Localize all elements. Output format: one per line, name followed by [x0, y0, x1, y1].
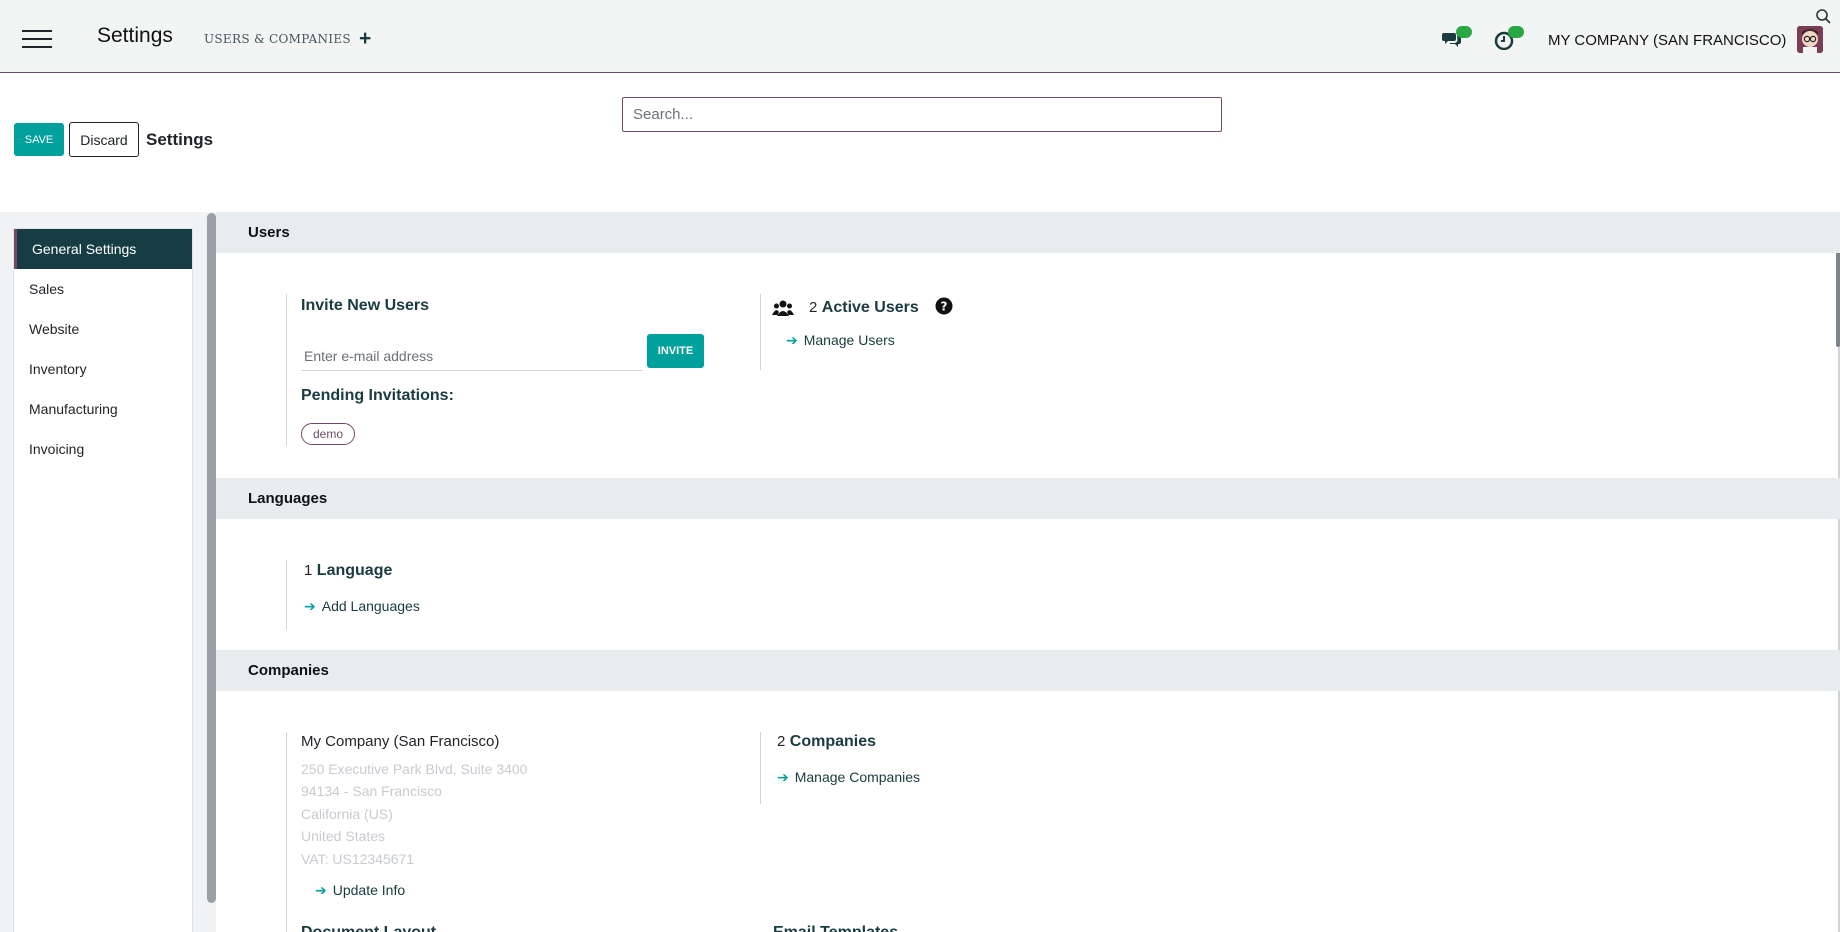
company-address-line4: United States — [301, 828, 386, 844]
top-navbar: Settings USERS & COMPANIES + 5 2 MY COMP… — [0, 0, 1840, 73]
companies-label: Companies — [789, 733, 877, 750]
active-users-heading: 2 Active Users — [809, 299, 919, 317]
document-layout-title: Document Layout — [301, 924, 436, 932]
languages-label: Language — [316, 562, 393, 579]
settings-content: Users Invite New Users INVITE Pending In… — [216, 212, 1840, 932]
update-info-link[interactable]: ➔ Update Info — [315, 882, 405, 899]
company-address-line3: California (US) — [301, 806, 393, 822]
active-users-label: Active Users — [821, 299, 919, 316]
pending-invitations-title: Pending Invitations: — [301, 387, 454, 404]
languages-heading: 1 Language — [304, 562, 392, 580]
messages-badge: 5 — [1456, 26, 1472, 38]
arrow-right-icon: ➔ — [315, 882, 327, 898]
sidebar-item-website[interactable]: Website — [14, 309, 192, 349]
sidebar-item-manufacturing[interactable]: Manufacturing — [14, 389, 192, 429]
company-name: My Company (San Francisco) — [301, 733, 500, 750]
manage-companies-link[interactable]: ➔ Manage Companies — [777, 769, 920, 786]
messages-icon[interactable]: 5 — [1442, 26, 1472, 50]
sidebar-item-inventory[interactable]: Inventory — [14, 349, 192, 389]
svg-text:?: ? — [941, 300, 948, 314]
company-switcher[interactable]: MY COMPANY (SAN FRANCISCO) — [1548, 32, 1786, 49]
user-avatar[interactable] — [1797, 26, 1823, 53]
question-circle-icon[interactable]: ? — [935, 297, 953, 320]
search-icon[interactable] — [1815, 8, 1831, 24]
settings-sidebar: General Settings Sales Website Inventory… — [13, 228, 193, 932]
save-button[interactable]: SAVE — [14, 123, 64, 156]
arrow-right-icon: ➔ — [786, 332, 798, 348]
section-users-header: Users — [216, 212, 1840, 253]
invite-users-title: Invite New Users — [301, 297, 430, 314]
users-group-icon — [772, 299, 794, 322]
companies-heading: 2 Companies — [777, 733, 876, 751]
company-address-line2: 94134 - San Francisco — [301, 783, 442, 799]
section-languages-header: Languages — [216, 478, 1840, 519]
add-languages-link[interactable]: ➔ Add Languages — [304, 598, 420, 615]
pending-invitation-tag[interactable]: demo — [301, 423, 356, 445]
activities-badge: 2 — [1508, 26, 1524, 38]
arrow-right-icon: ➔ — [777, 769, 789, 785]
activities-clock-icon[interactable]: 2 — [1494, 26, 1524, 51]
arrow-right-icon: ➔ — [304, 598, 316, 614]
invite-email-input[interactable] — [301, 341, 643, 371]
sidebar-item-sales[interactable]: Sales — [14, 269, 192, 309]
company-address-line1: 250 Executive Park Blvd, Suite 3400 — [301, 761, 528, 777]
companies-count: 2 — [777, 733, 786, 750]
section-companies-header: Companies — [216, 650, 1840, 691]
menu-users-companies[interactable]: USERS & COMPANIES — [204, 32, 351, 46]
app-menu-icon[interactable] — [22, 30, 52, 48]
sidebar-item-invoicing[interactable]: Invoicing — [14, 429, 192, 469]
app-title[interactable]: Settings — [97, 24, 173, 48]
company-vat: VAT: US12345671 — [301, 851, 415, 867]
discard-button[interactable]: Discard — [69, 122, 139, 157]
sidebar-scrollbar[interactable] — [207, 213, 216, 903]
page-title: Settings — [146, 130, 214, 149]
languages-count: 1 — [304, 562, 313, 579]
invite-button[interactable]: INVITE — [647, 334, 704, 368]
sidebar-item-general-settings[interactable]: General Settings — [14, 229, 192, 269]
plus-icon[interactable]: + — [359, 27, 371, 51]
settings-search-input[interactable] — [622, 97, 1222, 132]
active-users-count: 2 — [809, 299, 818, 316]
manage-users-link[interactable]: ➔ Manage Users — [786, 332, 895, 349]
email-templates-title: Email Templates — [773, 924, 898, 932]
